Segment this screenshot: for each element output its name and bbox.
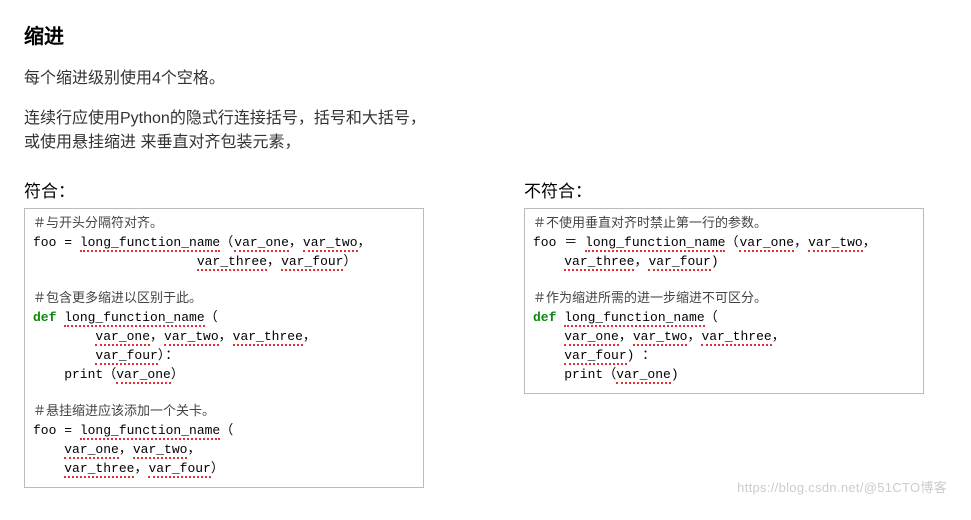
code-comment: ＃不使用垂直对齐时禁止第一行的参数。 xyxy=(533,215,915,234)
page-title: 缩进 xyxy=(24,20,947,49)
code-line: var_one，var_two，var_three， xyxy=(33,328,415,347)
noncompliant-heading: 不符合： xyxy=(524,177,924,202)
code-line: var_four) ： xyxy=(533,347,915,366)
code-line: print（var_one) xyxy=(533,366,915,385)
compliant-column: 符合： ＃与开头分隔符对齐。 foo = long_function_name（… xyxy=(24,171,424,488)
code-line: print（var_one） xyxy=(33,366,415,385)
compliant-codebox: ＃与开头分隔符对齐。 foo = long_function_name（var_… xyxy=(24,208,424,488)
noncompliant-codebox: ＃不使用垂直对齐时禁止第一行的参数。 foo ＝ long_function_n… xyxy=(524,208,924,394)
code-line: foo = long_function_name（ xyxy=(33,422,415,441)
code-comment: ＃包含更多缩进以区别于此。 xyxy=(33,290,415,309)
compliant-heading: 符合： xyxy=(24,177,424,202)
blank-line xyxy=(533,272,915,291)
code-line: var_one，var_two， xyxy=(33,441,415,460)
code-line: def long_function_name（ xyxy=(33,309,415,328)
code-comment: ＃与开头分隔符对齐。 xyxy=(33,215,415,234)
code-line: foo = long_function_name（var_one，var_two… xyxy=(33,234,415,253)
intro-line-1: 每个缩进级别使用4个空格。 xyxy=(24,67,947,91)
intro-line-2: 连续行应使用Python的隐式行连接括号，括号和大括号， 或使用悬挂缩进 来垂直… xyxy=(24,107,947,155)
code-line: var_three，var_four） xyxy=(33,460,415,479)
code-comment: ＃悬挂缩进应该添加一个关卡。 xyxy=(33,403,415,422)
code-line: var_four）： xyxy=(33,347,415,366)
code-line: var_one，var_two，var_three， xyxy=(533,328,915,347)
code-line: foo ＝ long_function_name（var_one，var_two… xyxy=(533,234,915,253)
blank-line xyxy=(33,385,415,404)
code-line: def long_function_name（ xyxy=(533,309,915,328)
blank-line xyxy=(33,272,415,291)
noncompliant-column: 不符合： ＃不使用垂直对齐时禁止第一行的参数。 foo ＝ long_funct… xyxy=(524,171,924,394)
code-line: var_three，var_four） xyxy=(33,253,415,272)
code-comment: ＃作为缩进所需的进一步缩进不可区分。 xyxy=(533,290,915,309)
code-line: var_three，var_four) xyxy=(533,253,915,272)
columns: 符合： ＃与开头分隔符对齐。 foo = long_function_name（… xyxy=(24,171,947,488)
